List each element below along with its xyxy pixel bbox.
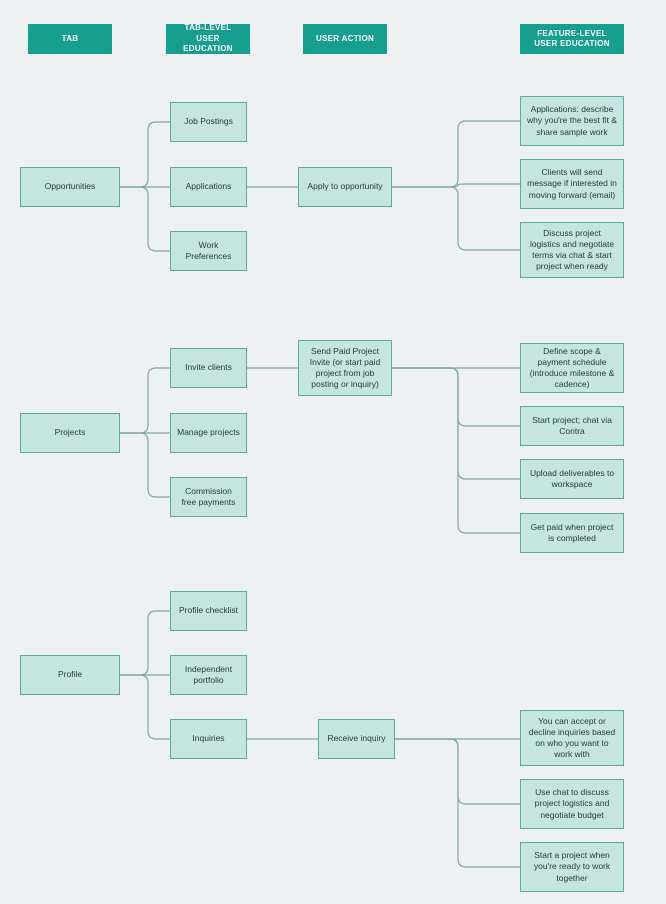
edu-opportunities-1: Applications [170, 167, 247, 207]
feat-projects-3: Get paid when project is completed [520, 513, 624, 553]
feat-opportunities-0: Applications: describe why you're the be… [520, 96, 624, 146]
edu-opportunities-2: Work Preferences [170, 231, 247, 271]
feat-profile-2: Start a project when you're ready to wor… [520, 842, 624, 892]
edu-profile-0: Profile checklist [170, 591, 247, 631]
feat-opportunities-2: Discuss project logistics and negotiate … [520, 222, 624, 278]
action-projects: Send Paid Project Invite (or start paid … [298, 340, 392, 396]
action-opportunities: Apply to opportunity [298, 167, 392, 207]
tab-opportunities: Opportunities [20, 167, 120, 207]
edu-profile-1: Independent portfolio [170, 655, 247, 695]
col-header-tabedu: TAB-LEVEL USER EDUCATION [166, 24, 250, 54]
edu-projects-0: Invite clients [170, 348, 247, 388]
edu-projects-1: Manage projects [170, 413, 247, 453]
col-header-tab: TAB [28, 24, 112, 54]
tab-projects: Projects [20, 413, 120, 453]
edu-opportunities-0: Job Postings [170, 102, 247, 142]
feat-profile-1: Use chat to discuss project logistics an… [520, 779, 624, 829]
feat-opportunities-1: Clients will send message if interested … [520, 159, 624, 209]
col-header-action: USER ACTION [303, 24, 387, 54]
feat-projects-0: Define scope & payment schedule (introdu… [520, 343, 624, 393]
feat-profile-0: You can accept or decline inquiries base… [520, 710, 624, 766]
col-header-featedu: FEATURE-LEVEL USER EDUCATION [520, 24, 624, 54]
edu-profile-2: Inquiries [170, 719, 247, 759]
feat-projects-2: Upload deliverables to workspace [520, 459, 624, 499]
flow-diagram: TAB TAB-LEVEL USER EDUCATION USER ACTION… [0, 0, 666, 904]
tab-profile: Profile [20, 655, 120, 695]
feat-projects-1: Start project; chat via Contra [520, 406, 624, 446]
action-profile: Receive inquiry [318, 719, 395, 759]
edu-projects-2: Commission free payments [170, 477, 247, 517]
